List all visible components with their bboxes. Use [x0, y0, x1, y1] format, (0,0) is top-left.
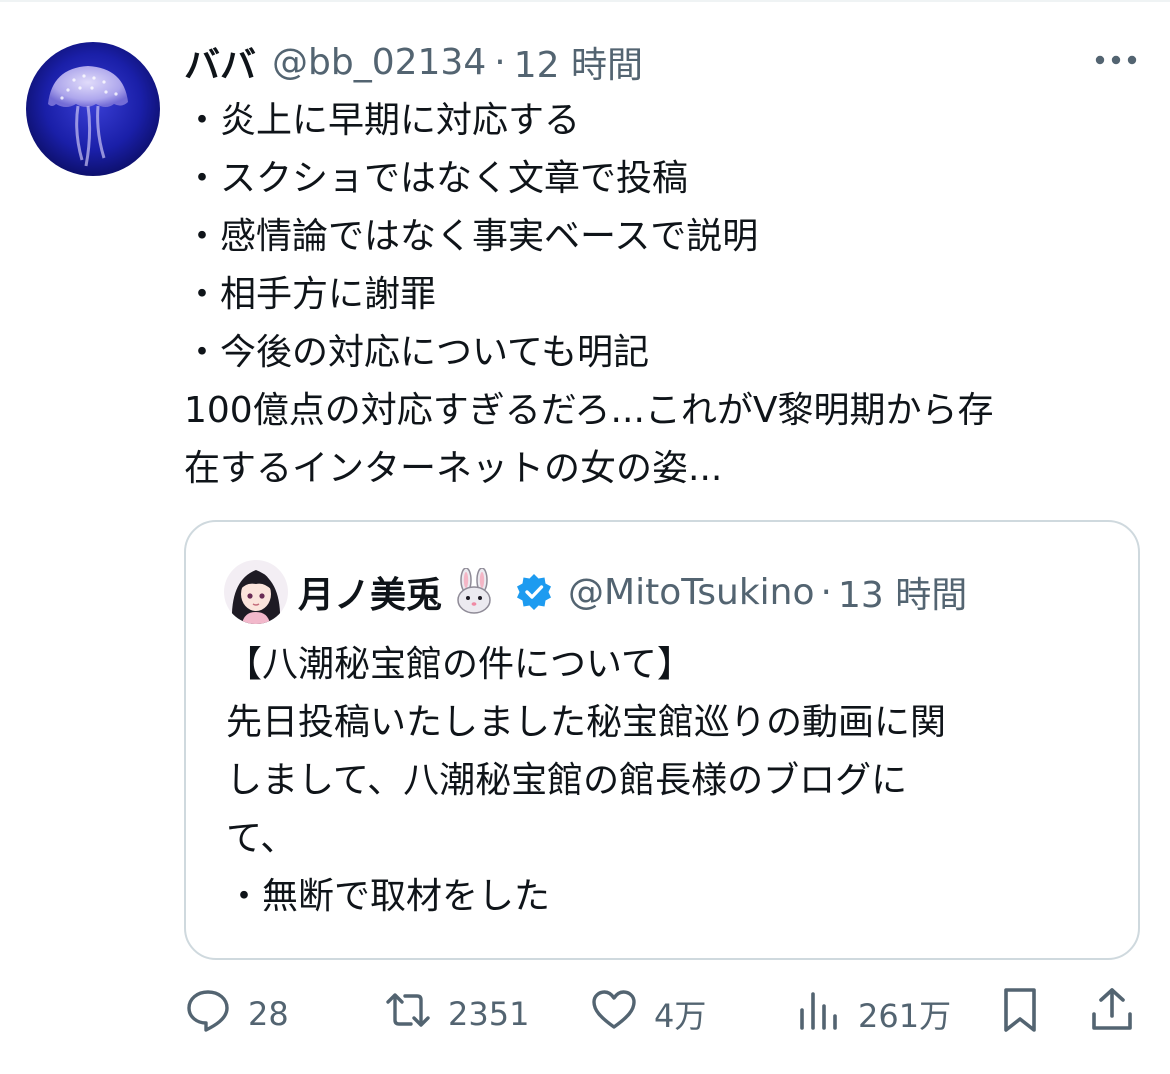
- quoted-line: 【八潮秘宝館の件について】: [226, 644, 693, 685]
- author-handle[interactable]: @bb_02134: [272, 42, 486, 83]
- reply-count: 28: [248, 995, 289, 1033]
- author-avatar[interactable]: [26, 42, 160, 176]
- quoted-author-avatar[interactable]: [224, 560, 288, 624]
- like-count: 4万: [654, 997, 707, 1035]
- tweet-header: ババ @bb_02134 · 12 時間: [184, 36, 643, 88]
- tweet-line: ・スクショではなく文章で投稿: [184, 158, 689, 199]
- quoted-line: ・無断で取材をした: [226, 876, 551, 917]
- header-separator: ·: [494, 41, 506, 83]
- like-button[interactable]: 4万: [590, 986, 706, 1042]
- bar-chart-icon: [794, 986, 842, 1042]
- quoted-tweet-text: 【八潮秘宝館の件について】 先日投稿いたしました秘宝館巡りの動画に関 しまして、…: [226, 636, 1126, 926]
- views-button[interactable]: 261万: [794, 986, 951, 1042]
- quoted-header-separator: ·: [820, 571, 832, 613]
- author-display-name[interactable]: ババ: [184, 36, 256, 88]
- reply-bubble-icon: [184, 986, 232, 1042]
- tweet-action-bar: 28 2351 4万 261万: [184, 986, 1144, 1042]
- tweet-page: ババ @bb_02134 · 12 時間 ・炎上に早期に対応する ・スクショでは…: [0, 0, 1170, 1074]
- tweet-line: 100億点の対応すぎるだろ...これがV黎明期から存: [184, 390, 994, 431]
- top-divider: [0, 0, 1170, 2]
- retweet-icon: [384, 986, 432, 1042]
- verified-badge-icon: [514, 572, 554, 612]
- tweet-line: ・感情論ではなく事実ベースで説明: [184, 216, 759, 257]
- quoted-tweet-card[interactable]: 月ノ美兎 @MitoTsukino · 13 時間 【八潮秘宝館の件について】 …: [184, 520, 1140, 960]
- view-count: 261万: [858, 997, 952, 1035]
- heart-icon: [590, 986, 638, 1042]
- quoted-author-handle[interactable]: @MitoTsukino: [568, 572, 815, 613]
- retweet-button[interactable]: 2351: [384, 986, 529, 1042]
- quoted-line: しまして、八潮秘宝館の館長様のブログに: [226, 760, 908, 801]
- quoted-line: 先日投稿いたしました秘宝館巡りの動画に関: [226, 702, 947, 743]
- tweet-line: ・相手方に謝罪: [184, 274, 437, 315]
- quoted-line: て、: [226, 818, 297, 859]
- tweet-text: ・炎上に早期に対応する ・スクショではなく文章で投稿 ・感情論ではなく事実ベース…: [184, 92, 1144, 498]
- tweet-line: ・炎上に早期に対応する: [184, 100, 581, 141]
- share-icon: [1088, 986, 1136, 1042]
- quoted-tweet-header: 月ノ美兎 @MitoTsukino · 13 時間: [298, 564, 967, 620]
- bookmark-icon: [996, 986, 1044, 1042]
- tweet-timestamp[interactable]: 12 時間: [514, 36, 643, 88]
- share-button[interactable]: [1088, 986, 1136, 1042]
- quoted-tweet-timestamp[interactable]: 13 時間: [838, 566, 967, 618]
- more-horizontal-icon[interactable]: [1092, 50, 1140, 70]
- bookmark-button[interactable]: [996, 986, 1044, 1042]
- rabbit-face-emoji: [450, 567, 498, 616]
- reply-button[interactable]: 28: [184, 986, 289, 1042]
- retweet-count: 2351: [448, 995, 530, 1033]
- quoted-author-display-name[interactable]: 月ノ美兎: [298, 566, 442, 618]
- tweet-line: ・今後の対応についても明記: [184, 332, 650, 373]
- tweet-line: 在するインターネットの女の姿...: [184, 448, 723, 489]
